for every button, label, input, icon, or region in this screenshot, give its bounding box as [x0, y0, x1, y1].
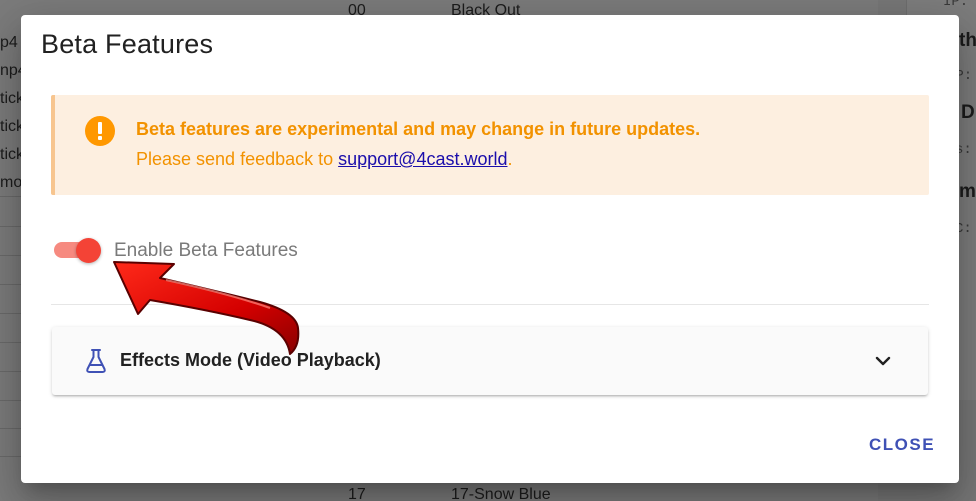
beta-features-toggle[interactable]	[54, 238, 102, 263]
bg-row-divider	[0, 428, 22, 429]
bg-row-divider	[0, 313, 22, 314]
alert-headline: Beta features are experimental and may c…	[136, 119, 701, 139]
dialog-title: Beta Features	[41, 29, 214, 59]
alert-feedback-prefix: Please send feedback to	[136, 149, 339, 169]
alert-feedback-suffix: .	[507, 149, 513, 169]
bg-row-divider	[0, 342, 22, 343]
alert-feedback-text: Please send feedback to support@4cast.wo…	[136, 149, 513, 170]
bg-side-text: th	[959, 30, 976, 51]
beta-features-dialog: Beta Features Beta features are experime…	[21, 15, 959, 483]
toggle-thumb[interactable]	[76, 238, 101, 263]
bg-row-divider	[0, 456, 22, 457]
bg-row-divider	[0, 196, 22, 197]
bg-row-divider	[0, 371, 22, 372]
bg-row-divider	[0, 284, 22, 285]
exclamation-circle-icon	[85, 116, 115, 146]
warning-alert: Beta features are experimental and may c…	[51, 95, 929, 195]
bg-side-text: D	[961, 102, 975, 123]
bg-left-cell: p4	[0, 34, 18, 51]
bg-side-text: mp	[959, 181, 976, 202]
close-button[interactable]: CLOSE	[869, 435, 935, 455]
annotation-arrow-icon	[113, 261, 300, 355]
bg-row-divider	[0, 226, 22, 227]
bg-left-cell: tick	[0, 118, 22, 135]
bg-left-cell: tick	[0, 90, 22, 107]
bg-left-cell: tick	[0, 146, 22, 163]
chevron-down-icon[interactable]	[874, 352, 892, 370]
bg-left-cell: mo	[0, 174, 22, 191]
bg-left-cell: np4	[0, 62, 22, 79]
support-email-link[interactable]: support@4cast.world	[338, 149, 507, 169]
bg-name-cell: 17-Snow Blue	[451, 486, 551, 501]
bg-row-divider	[0, 255, 22, 256]
bg-code-cell: 17	[348, 486, 366, 501]
bg-row-divider	[0, 400, 22, 401]
bg-side-text: IP:	[943, 0, 969, 10]
